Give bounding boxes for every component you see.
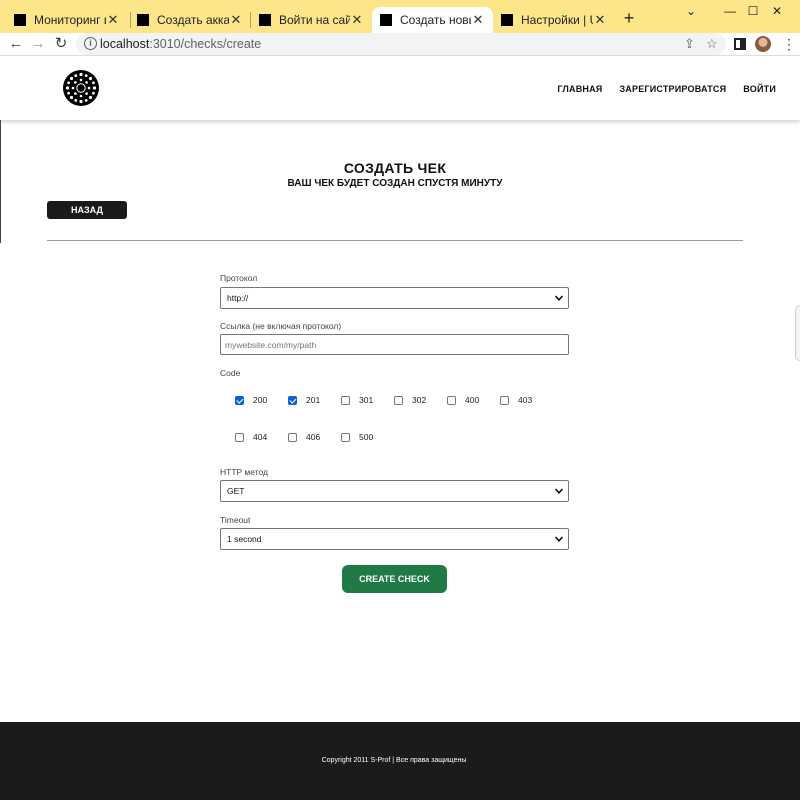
close-icon[interactable]: ✕ [229,12,243,28]
bookmark-star-icon[interactable]: ☆ [706,36,718,52]
new-tab-button[interactable]: + [619,8,639,28]
side-panel-icon[interactable] [734,38,746,50]
timeout-select[interactable]: 1 second [220,528,569,550]
code-label: Code [220,368,241,378]
timeout-select-value: 1 second [227,534,262,544]
create-check-button[interactable]: CREATE CHECK [342,565,447,593]
browser-tab-3[interactable]: Войти на сайт | Upt ✕ [251,7,372,33]
checkbox-label: 301 [359,395,374,405]
site-info-icon[interactable]: i [84,37,97,50]
checkbox[interactable] [447,395,456,405]
copyright-text: Copyright 2011 S-Prof | Все права защище… [321,757,467,764]
window-close-button[interactable]: ✕ [754,0,800,22]
nav-link-login[interactable]: ВОЙТИ [743,84,776,94]
checkbox-label: 201 [306,395,321,405]
profile-avatar[interactable] [755,36,771,52]
favicon-icon [380,14,392,26]
code-checkbox-500[interactable]: 500 [341,432,373,442]
page-subtitle: ВАШ ЧЕК БУДЕТ СОЗДАН СПУСТЯ МИНУТУ [287,178,503,189]
code-checkbox-200[interactable]: 200 [235,395,267,405]
browser-tab-4-active[interactable]: Создать новый чек ✕ [372,7,493,33]
url-host: localhost [100,37,150,51]
http-method-select-value: GET [227,486,245,496]
tab-title: Создать аккаунт | Up [157,13,229,27]
main-nav: ГЛАВНАЯ ЗАРЕГИСТРИРОВАТСЯ ВОЙТИ [557,84,776,94]
chevron-down-icon [554,488,564,494]
link-label: Ссылка (не включая протокол) [220,321,342,331]
address-bar[interactable]: i localhost:3010/checks/create ⇪ ☆ [76,33,726,55]
close-icon[interactable]: ✕ [471,12,485,28]
favicon-icon [14,14,26,26]
address-url: localhost:3010/checks/create [100,37,261,51]
protocol-select[interactable]: http:// [220,287,569,309]
tab-title: Создать новый чек [400,13,471,27]
reload-icon[interactable]: ↻ [50,34,72,54]
code-checkbox-406[interactable]: 406 [288,432,320,442]
checkbox-label: 404 [253,432,268,442]
divider [47,240,743,241]
close-icon[interactable]: ✕ [350,12,364,28]
protocol-label: Протокол [220,273,258,283]
checkbox-label: 400 [465,395,480,405]
browser-tab-bar: Мониторинг време ✕ Создать аккаунт | Up … [0,0,800,33]
scroll-handle[interactable] [795,305,800,361]
browser-tab-5[interactable]: Настройки | Uptime ✕ [493,7,615,33]
code-checkbox-201[interactable]: 201 [288,395,320,405]
timeout-label: Timeout [220,515,251,525]
code-checkbox-403[interactable]: 403 [500,395,532,405]
close-icon[interactable]: ✕ [106,12,120,28]
checkbox-label: 403 [518,395,533,405]
page-title: СОЗДАТЬ ЧЕК [343,160,447,176]
checkbox[interactable] [235,395,244,405]
http-method-label: HTTP метод [220,467,268,477]
tab-title: Настройки | Uptime [521,13,593,27]
checkbox[interactable] [394,395,403,405]
protocol-select-value: http:// [227,293,249,303]
checkbox-label: 200 [253,395,268,405]
browser-toolbar: ← → ↻ i localhost:3010/checks/create ⇪ ☆ [0,33,800,56]
favicon-icon [501,14,513,26]
code-checkbox-404[interactable]: 404 [235,432,267,442]
checkbox-label: 406 [306,432,321,442]
checkbox[interactable] [288,395,297,405]
chevron-down-icon [554,536,564,542]
site-header: ГЛАВНАЯ ЗАРЕГИСТРИРОВАТСЯ ВОЙТИ [0,56,800,120]
back-button[interactable]: НАЗАД [47,201,127,219]
favicon-icon [137,14,149,26]
kebab-menu-icon[interactable]: ⋮ [782,36,796,52]
share-icon[interactable]: ⇪ [684,36,695,52]
nav-link-register[interactable]: ЗАРЕГИСТРИРОВАТСЯ [619,84,726,94]
checkbox-label: 500 [359,432,374,442]
code-checkbox-400[interactable]: 400 [447,395,479,405]
code-checkbox-301[interactable]: 301 [341,395,373,405]
favicon-icon [259,14,271,26]
forward-arrow-icon[interactable]: → [27,34,49,54]
nav-link-home[interactable]: ГЛАВНАЯ [557,84,602,94]
link-input[interactable] [220,334,569,355]
logo-icon[interactable] [63,70,99,106]
back-arrow-icon[interactable]: ← [5,34,27,54]
checkbox[interactable] [341,432,350,442]
code-checkbox-302[interactable]: 302 [394,395,426,405]
url-path: :3010/checks/create [149,37,262,51]
tab-title: Мониторинг време [34,13,106,27]
http-method-select[interactable]: GET [220,480,569,502]
checkbox[interactable] [235,432,244,442]
checkbox[interactable] [341,395,350,405]
close-icon[interactable]: ✕ [593,12,607,28]
browser-tab-2[interactable]: Создать аккаунт | Up ✕ [129,7,251,33]
checkbox-label: 302 [412,395,427,405]
checkbox[interactable] [500,395,509,405]
chevron-down-icon [554,295,564,301]
checkbox[interactable] [288,432,297,442]
site-footer: Copyright 2011 S-Prof | Все права защище… [0,722,800,800]
browser-tab-1[interactable]: Мониторинг време ✕ [6,7,128,33]
tab-title: Войти на сайт | Upt [279,13,350,27]
